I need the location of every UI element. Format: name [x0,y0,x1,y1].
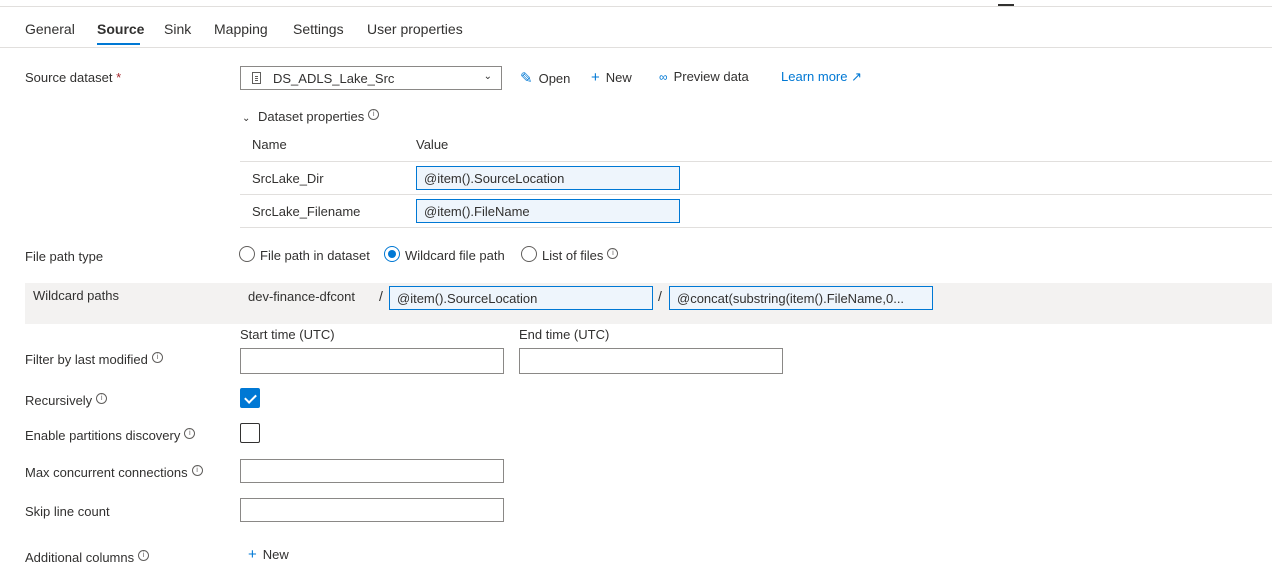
wildcard-file-input[interactable]: @concat(substring(item().FileName,0... [669,286,933,310]
required-mark: * [116,70,122,85]
container-name: dev-finance-dfcont [248,289,355,304]
tab-general[interactable]: General [25,21,75,37]
column-header-value: Value [416,137,449,152]
partitions-discovery-checkbox[interactable] [240,423,260,443]
filter-last-modified-label: Filter by last modified i [25,352,163,367]
property-value-input[interactable]: @item().FileName [416,199,680,223]
radio-label: File path in dataset [260,248,370,263]
column-header-name: Name [252,137,287,152]
open-button[interactable]: ✎ Open [520,69,570,87]
chevron-down-icon: ⌄ [242,113,251,124]
tab-mapping[interactable]: Mapping [214,21,268,37]
end-time-label: End time (UTC) [519,327,610,342]
start-time-label: Start time (UTC) [240,327,335,342]
property-name: SrcLake_Dir [252,171,324,186]
recursively-label: Recursively i [25,393,108,408]
path-separator: / [379,288,383,304]
dataset-icon [252,72,261,84]
tab-settings[interactable]: Settings [293,21,344,37]
radio-wildcard-file-path[interactable] [384,246,400,262]
skip-line-count-input[interactable] [240,498,504,522]
start-time-input[interactable] [240,348,504,374]
radio-label: Wildcard file path [405,248,505,263]
dataset-properties-toggle[interactable]: ⌄ Dataset properties i [242,109,380,124]
add-column-button[interactable]: + New [248,546,289,563]
learn-more-link[interactable]: Learn more ↗ [781,69,862,85]
tab-user-properties[interactable]: User properties [367,21,463,37]
max-connections-label: Max concurrent connections i [25,465,203,480]
plus-icon: + [248,546,257,563]
info-icon: i [138,550,150,561]
info-icon: i [368,109,380,120]
info-icon: i [96,393,108,404]
info-icon: i [607,248,619,259]
file-path-type-label: File path type [25,249,104,264]
recursively-checkbox[interactable] [240,388,260,408]
grid-divider [240,161,1272,162]
property-value-input[interactable]: @item().SourceLocation [416,166,680,190]
additional-columns-label: Additional columns i [25,550,150,565]
info-icon: i [184,428,196,439]
skip-line-count-label: Skip line count [25,504,110,519]
radio-label: List of files i [542,248,619,263]
info-icon: i [191,465,203,476]
wildcard-paths-label: Wildcard paths [33,288,119,303]
source-dataset-select[interactable]: DS_ADLS_Lake_Src ⌄ [240,66,502,90]
radio-file-path-in-dataset[interactable] [239,246,255,262]
partitions-discovery-label: Enable partitions discovery i [25,428,196,443]
tab-source[interactable]: Source [97,21,144,37]
pencil-icon: ✎ [520,70,533,87]
chevron-down-icon: ⌄ [483,71,492,82]
max-connections-input[interactable] [240,459,504,483]
end-time-input[interactable] [519,348,783,374]
preview-data-button[interactable]: ∞ Preview data [659,69,749,84]
new-dataset-button[interactable]: + New [591,69,632,86]
grid-divider [240,194,1272,195]
property-name: SrcLake_Filename [252,204,361,219]
radio-list-of-files[interactable] [521,246,537,262]
plus-icon: + [591,69,600,86]
grid-divider [240,227,1272,228]
external-link-icon: ↗ [851,69,863,84]
source-dataset-value: DS_ADLS_Lake_Src [273,71,395,86]
wildcard-folder-input[interactable]: @item().SourceLocation [389,286,653,310]
source-dataset-label: Source dataset * [25,70,122,85]
path-separator: / [658,288,662,304]
tab-bar: General Source Sink Mapping Settings Use… [0,0,1272,48]
glasses-icon: ∞ [659,70,668,84]
active-tab-indicator [97,43,140,45]
info-icon: i [151,352,163,363]
tab-sink[interactable]: Sink [164,21,191,37]
